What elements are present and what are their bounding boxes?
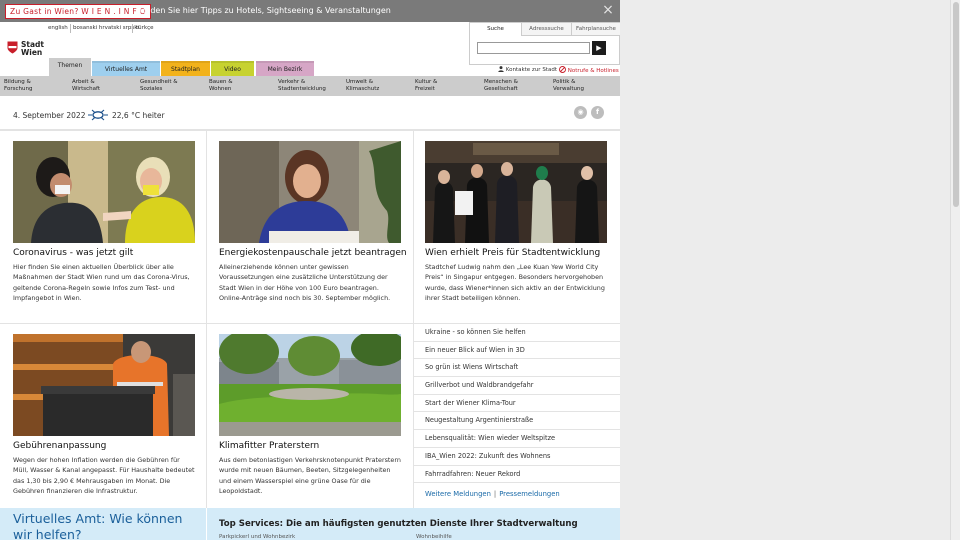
news-item[interactable]: Start der Wiener Klima-Tour [414,395,620,413]
teaser-title[interactable]: Coronavirus - was jetzt gilt [13,247,196,259]
category-nav: Bildung & Forschung Arbeit & Wirtschaft Ge… [0,76,620,96]
logo-line-2: Wien [21,48,43,57]
stadt-wien-logo[interactable]: Stadt Wien [7,41,47,59]
virtuelles-amt-title: Virtuelles Amt: Wie können wir helfen? [13,511,183,540]
emergency-label: Notrufe & Hotlines [567,68,619,74]
sun-icon [88,109,108,121]
cat-umwelt[interactable]: Umwelt & Klimaschutz [346,79,379,92]
lang-bhs[interactable]: bosanski hrvatski srpski [73,25,139,33]
teaser-text: Stadtchef Ludwig nahm den „Lee Kuan Yew … [425,263,605,302]
teaser-text: Alleinerziehende können unter gewissen V… [219,263,391,302]
teaser-title[interactable]: Klimafitter Praterstern [219,440,402,452]
lang-english[interactable]: english [48,25,68,33]
scrollbar-thumb[interactable] [953,2,959,207]
tab-adresssuche[interactable]: Adresssuche [521,23,571,36]
promo-text[interactable]: Finden Sie hier Tipps zu Hotels, Sightse… [139,6,391,15]
news-item[interactable]: Fahrradfahren: Neuer Rekord [414,466,620,484]
news-item[interactable]: Lebensqualität: Wien wieder Weltspitze [414,430,620,448]
teaser-title[interactable]: Gebührenanpassung [13,440,196,452]
page-background [620,0,950,540]
tab-stadtplan[interactable]: Stadtplan [161,61,210,76]
service-link[interactable]: Wohnbeihilfe [416,534,452,540]
news-item[interactable]: Neugestaltung Argentinierstraße [414,412,620,431]
search-input[interactable] [477,42,590,54]
wien-info-link[interactable]: Zu Gast in Wien? W I E N . I N F O [5,4,151,19]
news-item[interactable]: IBA_Wien 2022: Zukunft des Wohnens [414,448,620,466]
news-item[interactable]: So grün ist Wiens Wirtschaft [414,359,620,378]
teaser-text: Wegen der hohen Inflation werden die Geb… [13,456,195,495]
current-date: 4. September 2022 [13,111,86,120]
search-panel: Suche Adresssuche Fahrplansuche ▶ [469,22,620,65]
close-icon[interactable]: × [601,3,615,17]
teaser-text: Aus dem betonlastigen Verkehrsknotenpunk… [219,456,401,495]
promo-bar: Zu Gast in Wien? W I E N . I N F O Finde… [0,0,620,22]
news-item[interactable]: Grillverbot und Waldbrandgefahr [414,377,620,395]
teaser-image-woman-paperwork[interactable] [219,141,401,243]
tab-mein-bezirk[interactable]: Mein Bezirk [256,61,314,76]
teaser-image-vaccination[interactable] [13,141,195,243]
browser-page: Zu Gast in Wien? W I E N . I N F O Finde… [0,0,960,540]
main-content: Zu Gast in Wien? W I E N . I N F O Finde… [0,0,620,540]
service-link[interactable]: Parkpickerl und Wohnbezirk [219,534,295,540]
divider [0,129,620,131]
teaser-title[interactable]: Wien erhielt Preis für Stadtentwicklung [425,247,608,259]
search-submit-button[interactable]: ▶ [592,41,606,55]
press-releases-link[interactable]: Pressemeldungen [499,490,560,498]
lang-separator [132,24,133,33]
teaser-stadtentwicklung[interactable]: Wien erhielt Preis für Stadtentwicklung … [425,141,608,303]
lang-turkish[interactable]: türkçe [136,25,154,33]
cat-bauen[interactable]: Bauen & Wohnen [209,79,233,92]
teaser-praterstern[interactable]: Klimafitter Praterstern Aus dem betonlas… [219,334,402,496]
emergency-icon [559,66,566,73]
logo-text: Stadt Wien [21,41,44,57]
top-services-title: Top Services: Die am häufigsten genutzte… [219,519,578,529]
teaser-gebuehren[interactable]: Gebührenanpassung Wegen der hohen Inflat… [13,334,196,496]
teaser-image-award[interactable] [425,141,607,243]
teaser-energiekosten[interactable]: Energiekostenpauschale jetzt beantragen … [219,141,407,303]
more-news-link[interactable]: Weitere Meldungen [425,490,491,498]
separator: | [493,490,497,498]
news-list: Ukraine - so können Sie helfen Ein neuer… [414,324,620,484]
cat-gesundheit[interactable]: Gesundheit & Soziales [140,79,178,92]
news-item[interactable]: Ukraine - so können Sie helfen [414,324,620,342]
tab-suche[interactable]: Suche [470,23,521,36]
cat-politik[interactable]: Politik & Verwaltung [553,79,584,92]
contact-link[interactable]: Kontakte zur Stadt [498,66,557,75]
cat-bildung[interactable]: Bildung & Forschung [4,79,32,92]
cat-arbeit[interactable]: Arbeit & Wirtschaft [72,79,100,92]
tab-themen[interactable]: Themen [49,58,91,76]
shield-icon [7,41,18,54]
news-item[interactable]: Ein neuer Blick auf Wien in 3D [414,342,620,360]
teaser-text: Hier finden Sie einen aktuellen Überblic… [13,263,190,302]
vertical-scrollbar[interactable] [950,0,960,540]
news-more-links: Weitere Meldungen | Pressemeldungen [425,490,560,498]
facebook-icon[interactable]: f [591,106,604,119]
cat-kultur[interactable]: Kultur & Freizeit [415,79,437,92]
contact-label: Kontakte zur Stadt [505,67,557,73]
column-divider [206,131,207,508]
cat-menschen[interactable]: Menschen & Gesellschaft [484,79,518,92]
teaser-image-praterstern[interactable] [219,334,401,436]
tab-virtuelles-amt[interactable]: Virtuelles Amt [92,61,160,76]
weather-info: 22,6 °C heiter [112,111,165,120]
teaser-title[interactable]: Energiekostenpauschale jetzt beantragen [219,247,407,259]
teaser-image-waste-worker[interactable] [13,334,195,436]
person-icon [498,66,504,72]
tab-video[interactable]: Video [211,61,254,76]
tab-fahrplansuche[interactable]: Fahrplansuche [571,23,620,36]
lang-separator [70,24,71,33]
teaser-coronavirus[interactable]: Coronavirus - was jetzt gilt Hier finden… [13,141,196,303]
rss-icon[interactable]: ◉ [574,106,587,119]
cat-verkehr[interactable]: Verkehr & Stadtentwicklung [278,79,326,92]
emergency-link[interactable]: Notrufe & Hotlines [559,66,619,75]
